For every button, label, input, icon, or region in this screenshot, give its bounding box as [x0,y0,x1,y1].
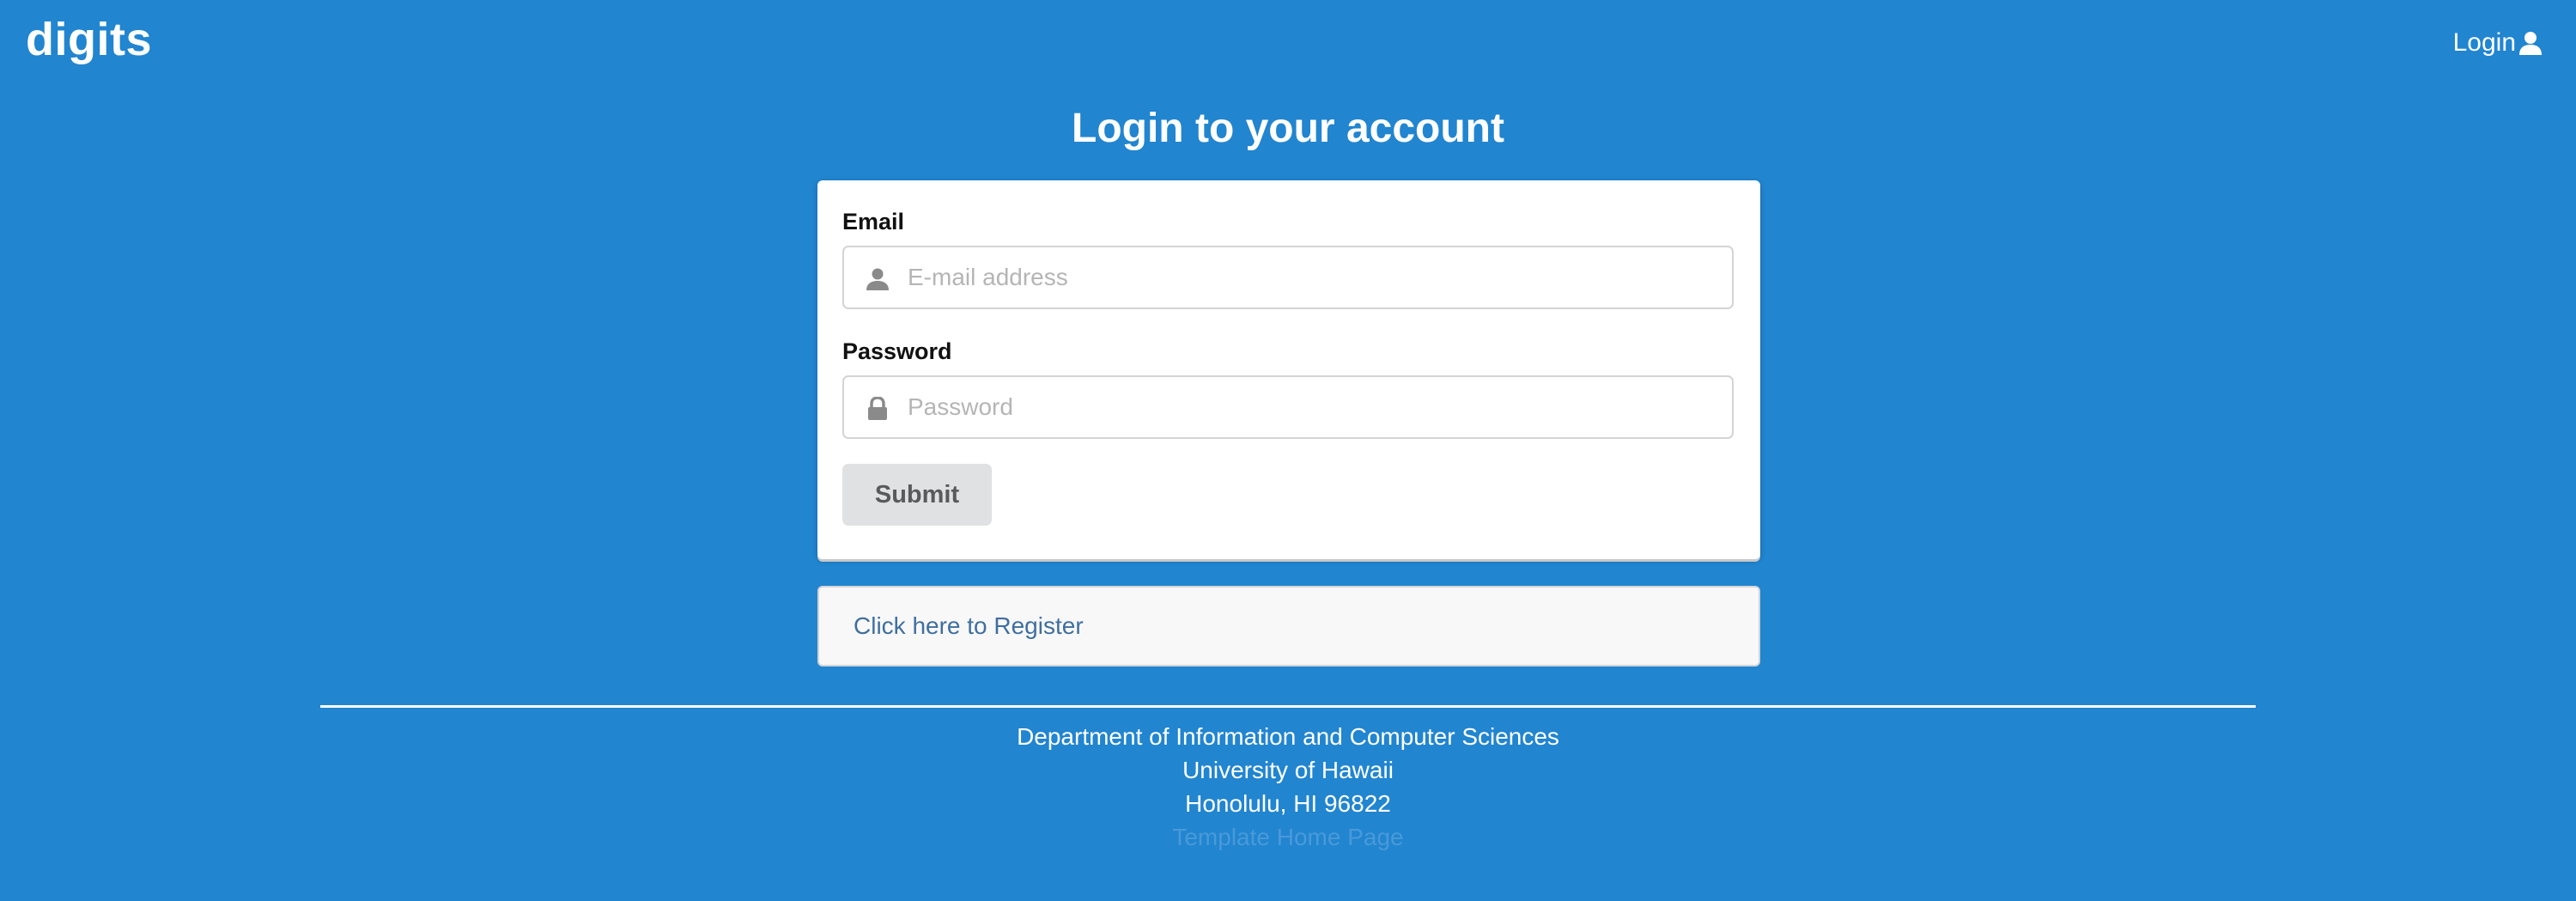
email-field-wrapper [842,246,1734,309]
register-message: Click here to Register [817,586,1760,667]
footer-address: Honolulu, HI 96822 [1185,790,1391,817]
template-home-page-link[interactable]: Template Home Page [1172,824,1403,850]
footer-divider [320,705,2256,708]
password-label: Password [842,338,952,364]
footer-university: University of Hawaii [1182,757,1394,783]
user-icon [2519,32,2542,55]
lock-icon [863,394,892,423]
email-label: Email [842,209,905,234]
brand-logo[interactable]: digits [26,12,152,67]
page-title: Login to your account [1072,106,1504,151]
footer: Department of Information and Computer S… [0,720,2576,854]
password-input[interactable] [908,377,1715,437]
user-icon [863,265,892,294]
submit-button[interactable]: Submit [842,464,992,526]
footer-department: Department of Information and Computer S… [1017,723,1559,750]
password-field-wrapper [842,375,1734,439]
login-label: Login [2452,28,2516,57]
email-input[interactable] [908,247,1715,307]
navbar: digits Login [0,0,2576,82]
login-form-card: Email Password Submit [817,180,1760,559]
register-link[interactable]: Click here to Register [854,612,1084,641]
login-menu-item[interactable]: Login [2453,26,2543,60]
